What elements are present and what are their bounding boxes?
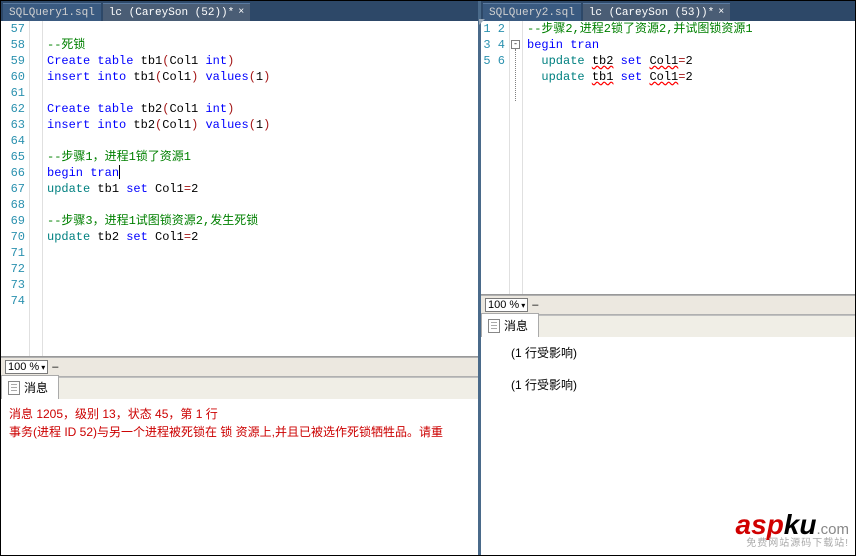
left-gutter: 57 58 59 60 61 62 63 64 65 66 67 68 69 7… bbox=[1, 21, 29, 356]
msg-tab-label: 消息 bbox=[24, 379, 48, 396]
left-msg-tabs: 消息 bbox=[1, 377, 478, 399]
tab-label: SQLQuery2.sql bbox=[489, 7, 575, 19]
right-code[interactable]: --步骤2,进程2锁了资源2,并试图锁资源1 begin tran update… bbox=[523, 21, 855, 294]
watermark-sub: 免费网站源码下载站! bbox=[736, 539, 849, 549]
error-line-1: 消息 1205，级别 13，状态 45，第 1 行 bbox=[9, 405, 470, 423]
left-code[interactable]: --死锁 Create table tb1(Col1 int) insert i… bbox=[43, 21, 478, 356]
messages-tab[interactable]: 消息 bbox=[1, 375, 59, 399]
zoom-select[interactable]: 100 % ▾ bbox=[485, 298, 528, 312]
right-tab-1[interactable]: lc (CareySon (53))* × bbox=[583, 3, 730, 21]
left-tab-1[interactable]: lc (CareySon (52))* × bbox=[103, 3, 250, 21]
zoom-value: 100 % bbox=[488, 299, 519, 311]
left-zoom-bar: 100 % ▾ – bbox=[1, 357, 478, 377]
rows-affected-2: (1 行受影响) bbox=[511, 375, 847, 395]
zoom-select[interactable]: 100 % ▾ bbox=[5, 360, 48, 374]
right-tab-0[interactable]: SQLQuery2.sql bbox=[483, 3, 581, 21]
close-icon[interactable]: × bbox=[718, 7, 724, 18]
right-pane: SQLQuery2.sql lc (CareySon (53))* × 1 2 … bbox=[481, 1, 855, 555]
chevron-down-icon: ▾ bbox=[41, 363, 45, 372]
tab-label: lc (CareySon (53))* bbox=[589, 7, 714, 19]
watermark-com: .com bbox=[816, 521, 849, 538]
left-tab-0[interactable]: SQLQuery1.sql bbox=[3, 3, 101, 21]
right-gutter: 1 2 3 4 5 6 bbox=[481, 21, 509, 294]
tab-label: lc (CareySon (52))* bbox=[109, 7, 234, 19]
watermark-ku: ku bbox=[784, 509, 817, 540]
dash-icon: – bbox=[52, 361, 58, 373]
document-icon bbox=[488, 319, 500, 333]
zoom-value: 100 % bbox=[8, 361, 39, 373]
left-messages[interactable]: 消息 1205，级别 13，状态 45，第 1 行 事务(进程 ID 52)与另… bbox=[1, 399, 478, 555]
right-tab-strip: SQLQuery2.sql lc (CareySon (53))* × bbox=[481, 1, 855, 21]
error-line-2: 事务(进程 ID 52)与另一个进程被死锁在 锁 资源上,并且已被选作死锁牺牲品… bbox=[9, 423, 470, 441]
right-editor[interactable]: 1 2 3 4 5 6 - --步骤2,进程2锁了资源2,并试图锁资源1 beg… bbox=[481, 21, 855, 295]
tab-label: SQLQuery1.sql bbox=[9, 7, 95, 19]
right-msg-tabs: 消息 bbox=[481, 315, 855, 337]
corner-triangle-icon bbox=[479, 19, 485, 25]
watermark-asp: asp bbox=[736, 509, 784, 540]
left-pane: SQLQuery1.sql lc (CareySon (52))* × 57 5… bbox=[1, 1, 481, 555]
right-zoom-bar: 100 % ▾ – bbox=[481, 295, 855, 315]
messages-tab[interactable]: 消息 bbox=[481, 313, 539, 337]
left-fold-column bbox=[29, 21, 43, 356]
chevron-down-icon: ▾ bbox=[521, 301, 525, 310]
rows-affected-1: (1 行受影响) bbox=[511, 343, 847, 363]
document-icon bbox=[8, 381, 20, 395]
close-icon[interactable]: × bbox=[238, 7, 244, 18]
right-fold-column: - bbox=[509, 21, 523, 294]
left-editor[interactable]: 57 58 59 60 61 62 63 64 65 66 67 68 69 7… bbox=[1, 21, 478, 357]
msg-tab-label: 消息 bbox=[504, 317, 528, 334]
fold-toggle-icon[interactable]: - bbox=[511, 40, 520, 49]
watermark: aspku.com 免费网站源码下载站! bbox=[736, 511, 849, 549]
left-tab-strip: SQLQuery1.sql lc (CareySon (52))* × bbox=[1, 1, 478, 21]
dash-icon: – bbox=[532, 299, 538, 311]
